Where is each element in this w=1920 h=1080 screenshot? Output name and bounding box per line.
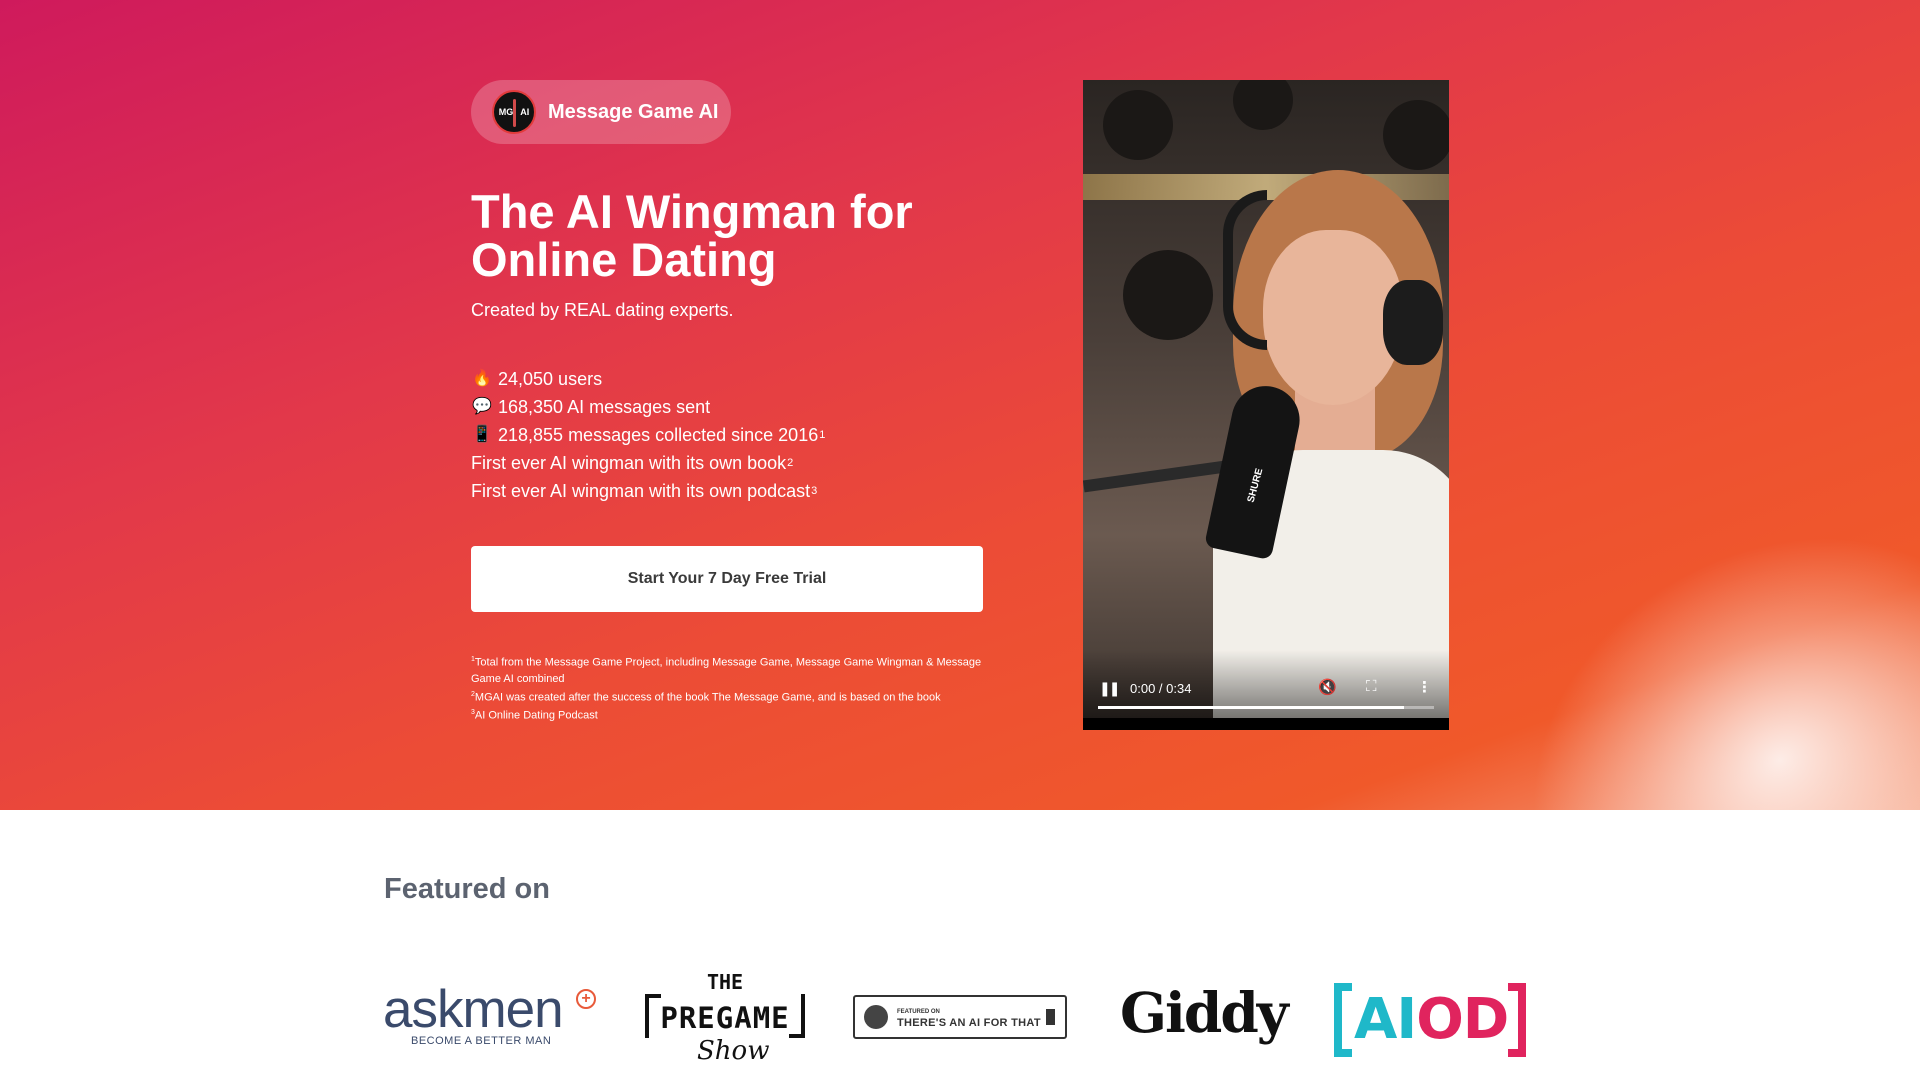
stats-list: 🔥 24,050 users 💬 168,350 AI messages sen… [471, 365, 825, 505]
footnote-ref: 2 [787, 457, 794, 469]
aiforthat-text: THERE'S AN AI FOR THAT [897, 1017, 1041, 1029]
footnotes: 1Total from the Message Game Project, in… [471, 652, 991, 724]
headphones-icon [1223, 190, 1267, 350]
stat-text: 218,855 messages collected since 2016 [498, 425, 819, 445]
stat-text: 168,350 AI messages sent [498, 397, 711, 417]
pause-icon[interactable]: ❚❚ [1099, 680, 1121, 697]
footnote-2: 2MGAI was created after the success of t… [471, 690, 941, 704]
right-bracket-icon [1508, 983, 1526, 1057]
headphone-earcup [1383, 280, 1443, 365]
stat-text: First ever AI wingman with its own podca… [471, 481, 811, 501]
stat-book: First ever AI wingman with its own book 2 [471, 449, 825, 477]
footnote-ref: 3 [811, 485, 818, 497]
brand-logo: MG AI [492, 90, 536, 134]
logo-text-right: AI [520, 107, 530, 117]
pregame-wordmark: PREGAME [660, 1001, 790, 1035]
video-time: 0:00 / 0:34 [1130, 681, 1192, 696]
bookmark-icon [1046, 1009, 1055, 1025]
stat-text: 24,050 users [498, 369, 603, 389]
studio-panel [1383, 100, 1449, 170]
askmen-tagline: BECOME A BETTER MAN [411, 1035, 552, 1047]
muted-volume-icon[interactable]: 🔇 [1318, 678, 1337, 696]
mobile-phone-icon: 📱 [472, 426, 492, 443]
stat-messages-collected: 📱 218,855 messages collected since 2016 1 [471, 421, 825, 449]
theres-an-ai-for-that-badge[interactable]: FEATURED ON THERE'S AN AI FOR THAT [853, 995, 1067, 1039]
studio-panel [1233, 80, 1293, 130]
speech-bubble-icon: 💬 [472, 398, 492, 415]
page-title: The AI Wingman for Online Dating [471, 185, 913, 286]
brand-badge[interactable]: MG AI Message Game AI [471, 80, 731, 144]
aiod-logo[interactable]: AIOD [1334, 983, 1526, 1057]
stat-messages-sent: 💬 168,350 AI messages sent [471, 393, 825, 421]
video-player[interactable]: SHURE ❚❚ 0:00 / 0:34 🔇 ⛶ ⋮ [1083, 80, 1449, 730]
more-options-icon[interactable]: ⋮ [1417, 678, 1432, 696]
pregame-the: THE [706, 970, 744, 994]
pregame-show-script: Show [697, 1036, 770, 1066]
subheadline: Created by REAL dating experts. [471, 300, 734, 320]
left-bracket-icon [1334, 983, 1352, 1057]
pregame-show-logo[interactable]: THE PREGAME Show [645, 970, 805, 1066]
aiod-wordmark: AIOD [1354, 987, 1509, 1052]
arm-icon [864, 1005, 888, 1029]
studio-panel [1123, 250, 1213, 340]
fullscreen-icon[interactable]: ⛶ [1366, 678, 1377, 695]
fire-icon: 🔥 [472, 370, 492, 387]
video-bottom-bar [1083, 718, 1449, 730]
footnote-ref: 1 [819, 429, 826, 441]
footnote-3: 3AI Online Dating Podcast [471, 709, 598, 722]
giddy-wordmark: Giddy [1120, 980, 1289, 1045]
logo-text-left: MG [498, 107, 514, 117]
giddy-logo[interactable]: Giddy [1120, 980, 1289, 1045]
plus-icon: + [576, 989, 596, 1009]
askmen-logo[interactable]: askmen + BECOME A BETTER MAN [383, 983, 603, 1050]
stat-podcast: First ever AI wingman with its own podca… [471, 477, 825, 505]
video-progress-bar[interactable] [1098, 706, 1434, 709]
studio-panel [1103, 90, 1173, 160]
video-person-face [1263, 230, 1403, 405]
askmen-wordmark: askmen [383, 980, 564, 1039]
featured-on-label: FEATURED ON [897, 1009, 940, 1015]
brand-name: Message Game AI [548, 100, 719, 123]
footnote-1: 1Total from the Message Game Project, in… [471, 656, 982, 685]
mic-arm [1083, 459, 1234, 493]
hero-section: MG AI Message Game AI The AI Wingman for… [0, 0, 1920, 810]
logo-figure-icon [513, 99, 516, 127]
featured-heading: Featured on [384, 873, 550, 905]
video-progress-fill [1098, 706, 1404, 709]
free-trial-button[interactable]: Start Your 7 Day Free Trial [471, 546, 983, 612]
stat-text: First ever AI wingman with its own book [471, 453, 787, 473]
stat-users: 🔥 24,050 users [471, 365, 825, 393]
